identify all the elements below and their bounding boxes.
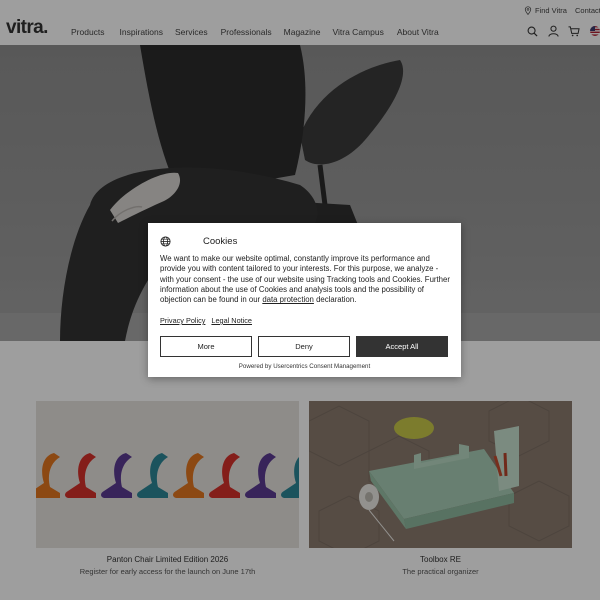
powered-by-usercentrics[interactable]: Powered by Usercentrics Consent Manageme… <box>148 363 461 370</box>
more-button[interactable]: More <box>160 336 252 357</box>
legal-notice-link[interactable]: Legal Notice <box>211 316 252 325</box>
globe-icon[interactable] <box>160 236 171 247</box>
cookie-dialog-text: We want to make our website optimal, con… <box>160 254 450 305</box>
cookie-consent-dialog: Cookies We want to make our website opti… <box>148 223 461 377</box>
cookie-legal-links: Privacy Policy Legal Notice <box>160 316 252 325</box>
privacy-policy-link[interactable]: Privacy Policy <box>160 316 205 325</box>
deny-button[interactable]: Deny <box>258 336 350 357</box>
accept-all-button[interactable]: Accept All <box>356 336 448 357</box>
data-protection-link[interactable]: data protection <box>262 295 314 304</box>
cookie-dialog-title: Cookies <box>203 236 238 247</box>
cookie-text-part2: declaration. <box>313 295 357 305</box>
